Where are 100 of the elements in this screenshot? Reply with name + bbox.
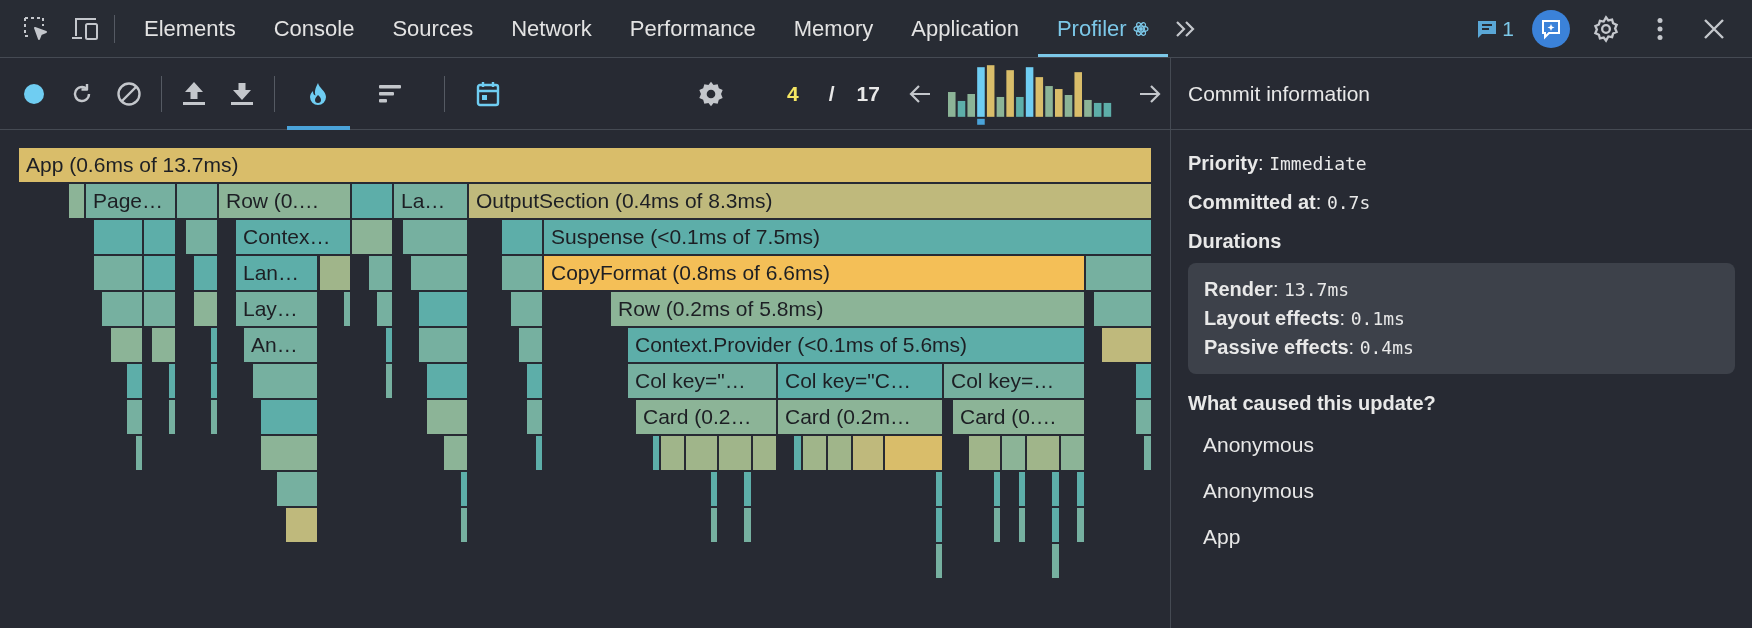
flame-bar[interactable] [94,220,142,254]
flame-bar[interactable] [686,436,717,470]
flame-bar[interactable] [527,364,542,398]
flame-bar[interactable] [753,436,776,470]
flame-bar[interactable] [169,400,175,434]
flame-bar[interactable] [261,436,317,470]
flame-bar[interactable] [111,328,142,362]
panel-tab[interactable]: Memory [774,0,893,57]
flame-node[interactable]: Contex… [236,220,350,254]
flame-bar[interactable] [711,472,717,506]
flame-bar[interactable] [253,364,317,398]
flame-bar[interactable] [194,292,217,326]
flame-bar[interactable] [419,292,467,326]
flame-bar[interactable] [794,436,801,470]
flame-bar[interactable] [519,328,542,362]
flame-bar[interactable] [1102,328,1151,362]
flame-bar[interactable] [127,400,142,434]
flame-bar[interactable] [1019,508,1025,542]
flame-bar[interactable] [411,256,467,290]
panel-tab[interactable]: Application [892,0,1038,57]
flame-bar[interactable] [936,472,942,506]
flame-bar[interactable] [211,400,217,434]
flame-bar[interactable] [169,364,175,398]
flame-node[interactable]: Lan… [236,256,317,290]
flame-bar[interactable] [1136,364,1151,398]
panel-tab[interactable]: Sources [373,0,493,57]
flame-bar[interactable] [936,508,942,542]
flame-bar[interactable] [427,400,467,434]
flame-bar[interactable] [277,472,317,506]
flame-bar[interactable] [152,328,175,362]
flame-bar[interactable] [320,256,350,290]
assistant-chat-icon[interactable] [1532,9,1570,48]
flame-bar[interactable] [969,436,1000,470]
flame-bar[interactable] [1144,436,1151,470]
flame-bar[interactable] [885,436,942,470]
panel-tab[interactable]: Profiler [1037,0,1168,57]
panel-tab[interactable]: Performance [610,0,775,57]
flame-bar[interactable] [194,256,217,290]
flame-node[interactable]: Lay… [236,292,317,326]
flame-bar[interactable] [653,436,659,470]
panel-tab[interactable]: Console [254,0,374,57]
flame-bar[interactable] [1077,508,1084,542]
flame-bar[interactable] [502,256,542,290]
flame-bar[interactable] [502,220,542,254]
flame-bar[interactable] [853,436,883,470]
flame-bar[interactable] [352,184,392,218]
flame-bar[interactable] [711,508,717,542]
flame-bar[interactable] [369,256,392,290]
flame-bar[interactable] [444,436,467,470]
flame-bar[interactable] [828,436,851,470]
flame-bar[interactable] [1002,436,1025,470]
flame-bar[interactable] [136,436,142,470]
flame-bar[interactable] [144,292,175,326]
flame-bar[interactable] [527,400,542,434]
flame-bar[interactable] [1094,292,1151,326]
flame-bar[interactable] [1052,508,1059,542]
flame-bar[interactable] [1027,436,1059,470]
flame-bar[interactable] [744,508,751,542]
flame-bar[interactable] [1086,256,1151,290]
flame-bar[interactable] [377,292,392,326]
flame-node[interactable]: Card (0.… [953,400,1084,434]
flame-node[interactable]: Col key=… [944,364,1084,398]
flame-bar[interactable] [211,364,217,398]
flame-node[interactable]: Suspense (<0.1ms of 7.5ms) [544,220,1151,254]
flame-bar[interactable] [744,472,751,506]
flame-bar[interactable] [403,220,467,254]
flame-node[interactable]: Page… [86,184,175,218]
panel-tab[interactable]: Elements [125,0,255,57]
flame-bar[interactable] [261,400,317,434]
flame-bar[interactable] [936,544,942,578]
flame-bar[interactable] [994,508,1000,542]
panel-tab[interactable]: Network [492,0,611,57]
flame-node[interactable]: App (0.6ms of 13.7ms) [19,148,1151,182]
flame-node[interactable]: An… [244,328,317,362]
flame-bar[interactable] [461,508,467,542]
flame-bar[interactable] [286,508,317,542]
flame-bar[interactable] [661,436,684,470]
commit-bars-drawing[interactable] [947,62,1113,125]
flame-bar[interactable] [1019,472,1025,506]
cause-component-link[interactable]: Anonymous [1203,433,1314,457]
flame-bar[interactable] [386,328,392,362]
flame-node[interactable]: Card (0.2… [636,400,776,434]
flame-bar[interactable] [1052,472,1059,506]
flame-bar[interactable] [1077,472,1084,506]
flame-bar[interactable] [144,220,175,254]
flame-bar[interactable] [994,472,1000,506]
flame-bar[interactable] [419,328,467,362]
flame-bar[interactable] [127,364,142,398]
flame-node[interactable]: Row (0.2ms of 5.8ms) [611,292,1084,326]
flame-bar[interactable] [177,184,217,218]
flame-bar[interactable] [427,364,467,398]
flame-bar[interactable] [102,292,142,326]
flame-bar[interactable] [1052,544,1059,578]
flame-bar[interactable] [186,220,217,254]
flame-bar[interactable] [386,364,392,398]
flame-bar[interactable] [803,436,826,470]
flame-bar[interactable] [536,436,542,470]
flame-node[interactable]: Col key="C… [778,364,942,398]
flame-bar[interactable] [1136,400,1151,434]
flame-node[interactable]: Card (0.2m… [778,400,942,434]
